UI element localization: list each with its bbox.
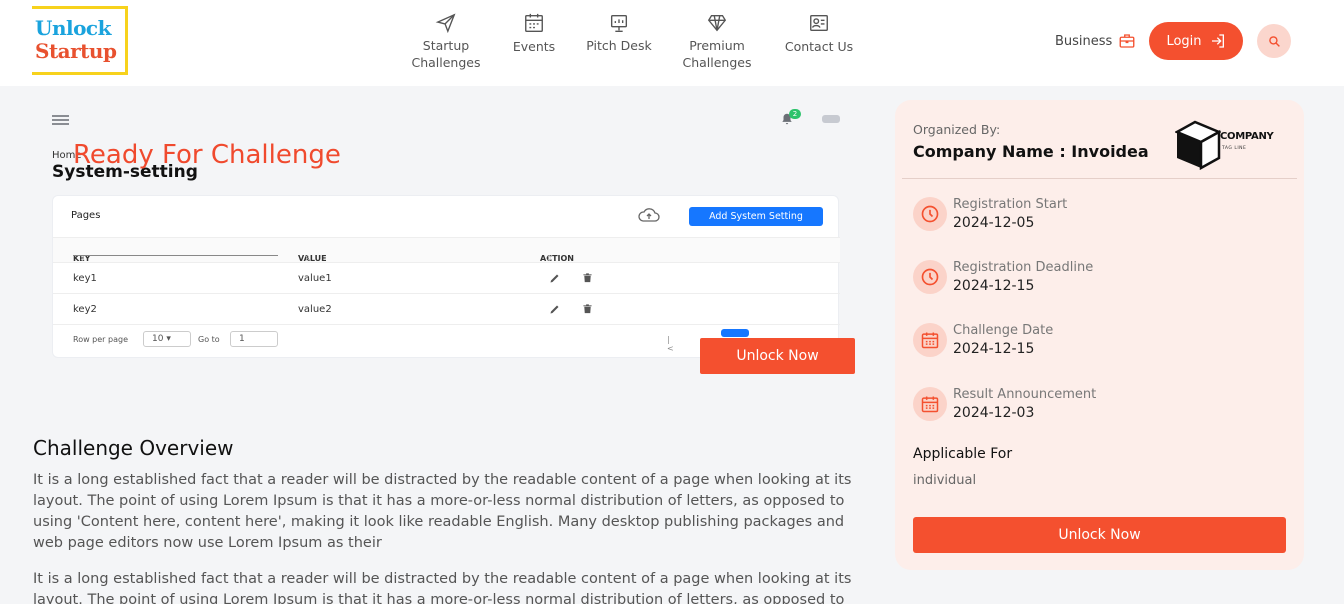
diamond-icon [706,12,728,34]
paper-plane-icon [435,12,457,34]
first-page-button[interactable]: |< [667,335,674,353]
row-per-page-value: 10 [152,334,164,344]
calendar-icon [913,387,947,421]
presentation-icon [608,12,630,34]
delete-icon[interactable] [582,303,593,315]
delete-icon[interactable] [582,272,593,284]
organized-by-label: Organized By: [913,122,1001,137]
date-value: 2024-12-15 [953,278,1035,294]
row-per-page-select[interactable]: 10 ▾ [143,331,191,347]
settings-card: Pages Add System Setting KEY ⇕ VALUE ⇕ ACT… [52,195,840,358]
applicable-for-value: individual [913,473,977,488]
challenge-overview-title: Challenge Overview [33,436,234,460]
company-logo-tagline: TAG LINE [1222,146,1247,151]
chevron-down-icon: ▾ [166,334,171,344]
company-logo: COMPANY TAG LINE [1174,118,1275,171]
cube-icon [1174,120,1222,171]
add-system-setting-button[interactable]: Add System Setting [689,207,823,226]
notification-badge: 2 [789,109,801,119]
date-value: 2024-12-05 [953,215,1035,231]
clock-icon [913,197,947,231]
date-value: 2024-12-03 [953,405,1035,421]
unlock-now-button-banner[interactable]: Unlock Now [700,338,855,374]
table-row: key1 value1 [53,263,840,294]
hamburger-icon [52,115,69,125]
site-header: Unlock Startup Startup Challenges Events… [0,0,1344,86]
contact-card-icon [808,12,830,34]
site-logo[interactable]: Unlock Startup [32,6,128,75]
cell-key: key2 [73,304,97,315]
challenge-date: Challenge Date 2024-12-15 [913,323,1293,363]
nav-label: Premium [689,38,745,53]
date-label: Challenge Date [953,323,1054,338]
applicable-for-label: Applicable For [913,446,1013,462]
login-arrow-icon [1211,34,1224,48]
cell-value: value2 [298,304,332,315]
search-button[interactable] [1257,24,1291,58]
cell-key: key1 [73,273,97,284]
date-label: Registration Start [953,197,1068,212]
nav-label: Events [512,39,556,54]
nav-events[interactable]: Events [510,12,558,55]
unlock-now-button[interactable]: Unlock Now [913,517,1286,553]
company-logo-text: COMPANY [1220,131,1274,142]
column-value-label: VALUE [298,254,327,263]
nav-label-2: Challenges [682,55,752,70]
challenge-details-panel: Organized By: Company Name : Invoidea CO… [895,100,1304,570]
cloud-upload-icon[interactable] [637,207,661,223]
result-announcement: Result Announcement 2024-12-03 [913,387,1293,427]
search-icon [1268,35,1280,47]
date-label: Registration Deadline [953,260,1094,275]
overview-paragraph: It is a long established fact that a rea… [33,472,852,551]
goto-input[interactable]: 1 [230,331,278,347]
registration-deadline: Registration Deadline 2024-12-15 [913,260,1293,300]
divider [902,178,1297,179]
briefcase-icon [1119,34,1135,48]
nav-label: Contact Us [784,39,854,54]
sort-icon: ⇕ [304,254,311,263]
nav-startup-challenges[interactable]: Startup Challenges [411,12,481,71]
nav-label: Pitch Desk [586,38,652,53]
logo-line2: Startup [35,39,117,63]
row-per-page-label: Row per page [73,335,128,344]
nav-premium-challenges[interactable]: Premium Challenges [682,12,752,71]
nav-pitch-desk[interactable]: Pitch Desk [586,12,652,54]
nav-label-2: Challenges [411,55,481,70]
business-label: Business [1055,33,1113,49]
sort-icon: ⇕ [546,254,553,263]
pages-label: Pages [71,210,101,221]
current-page-indicator[interactable] [721,329,749,337]
nav-contact-us[interactable]: Contact Us [784,12,854,55]
clock-icon [913,260,947,294]
calendar-icon [523,12,545,34]
date-value: 2024-12-15 [953,341,1035,357]
login-label: Login [1166,33,1202,49]
goto-label: Go to [198,335,220,344]
table-row: key2 value2 [53,294,840,325]
login-button[interactable]: Login [1149,22,1243,60]
key-filter-line [73,255,278,256]
date-label: Result Announcement [953,387,1097,402]
pagination: Row per page 10 ▾ Go to 1 |< [73,329,749,353]
cell-value: value1 [298,273,332,284]
registration-start: Registration Start 2024-12-05 [913,197,1293,237]
logo-line1: Unlock [35,16,111,40]
ready-for-challenge-heading: Ready For Challenge [73,140,341,170]
company-name: Company Name : Invoidea [913,142,1149,161]
edit-icon[interactable] [549,303,561,315]
table-header: KEY ⇕ VALUE ⇕ ACTION ⇕ [53,237,840,263]
challenge-banner: 2 Home System-setting Ready For Challeng… [52,100,842,370]
overview-paragraph: It is a long established fact that a rea… [33,571,852,604]
nav-label: Startup [422,38,470,53]
calendar-icon [913,323,947,357]
edit-icon[interactable] [549,272,561,284]
business-link[interactable]: Business [1055,32,1136,50]
avatar [822,115,840,123]
